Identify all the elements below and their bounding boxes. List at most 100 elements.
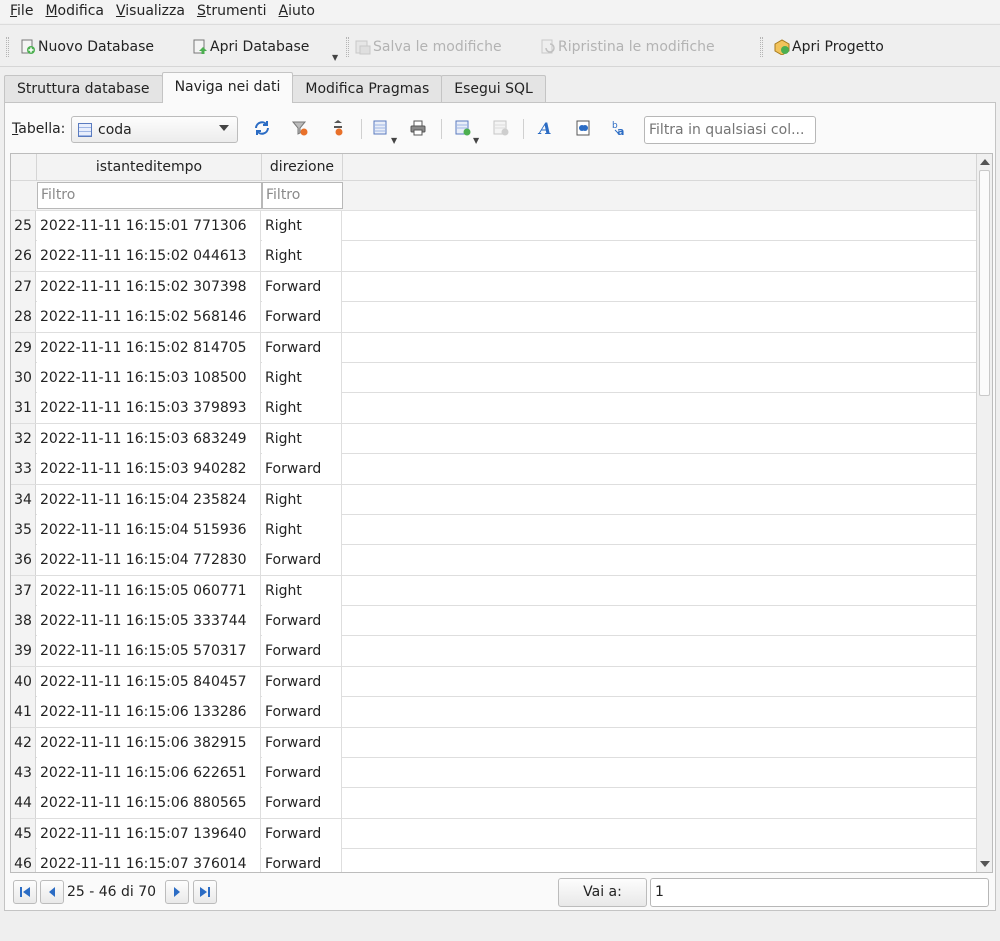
cell-istanteditempo[interactable]: 2022-11-11 16:15:06 382915 (37, 727, 261, 758)
cell-istanteditempo[interactable]: 2022-11-11 16:15:06 133286 (37, 697, 261, 728)
revert-changes-button[interactable]: Ripristina le modifiche (540, 35, 715, 59)
tab-esegui-sql[interactable]: Esegui SQL (441, 75, 546, 103)
row-number-header[interactable] (11, 154, 37, 181)
cell-direzione[interactable]: Forward (262, 849, 342, 872)
open-database-button[interactable]: Apri Database (192, 35, 309, 59)
column-header-direzione[interactable]: direzione (262, 154, 343, 181)
table-row[interactable]: 35 2022-11-11 16:15:04 515936 Right (11, 514, 977, 546)
menu-aiuto[interactable]: Aiuto (272, 0, 320, 23)
table-row[interactable]: 25 2022-11-11 16:15:01 771306 Right (11, 211, 977, 242)
save-table-dropdown-icon[interactable]: ▼ (391, 136, 397, 145)
scrollbar-thumb[interactable] (979, 170, 990, 396)
table-row[interactable]: 40 2022-11-11 16:15:05 840457 Forward (11, 666, 977, 698)
toolbar-grip[interactable] (6, 37, 9, 57)
save-changes-button[interactable]: Salva le modifiche (355, 35, 502, 59)
goto-button[interactable]: Vai a: (558, 878, 647, 907)
table-row[interactable]: 46 2022-11-11 16:15:07 376014 Forward (11, 849, 977, 872)
cell-istanteditempo[interactable]: 2022-11-11 16:15:04 772830 (37, 545, 261, 576)
cell-istanteditempo[interactable]: 2022-11-11 16:15:03 940282 (37, 454, 261, 485)
first-record-button[interactable] (13, 880, 37, 904)
row-number[interactable]: 36 (11, 545, 36, 576)
cell-direzione[interactable]: Forward (262, 454, 342, 485)
table-row[interactable]: 41 2022-11-11 16:15:06 133286 Forward (11, 697, 977, 728)
table-row[interactable]: 30 2022-11-11 16:15:03 108500 Right (11, 362, 977, 394)
find-icon[interactable] (573, 118, 593, 138)
last-record-button[interactable] (193, 880, 217, 904)
cell-istanteditempo[interactable]: 2022-11-11 16:15:03 108500 (37, 362, 261, 393)
cell-direzione[interactable]: Forward (262, 697, 342, 728)
vertical-scrollbar[interactable] (976, 154, 992, 872)
cell-istanteditempo[interactable]: 2022-11-11 16:15:03 683249 (37, 423, 261, 454)
scroll-down-icon[interactable] (980, 861, 990, 867)
filter-input-istanteditempo[interactable]: Filtro (37, 182, 262, 209)
cell-direzione[interactable]: Right (262, 514, 342, 545)
row-number[interactable]: 37 (11, 575, 36, 606)
goto-input[interactable]: 1 (650, 878, 989, 907)
row-number[interactable]: 35 (11, 514, 36, 545)
row-number[interactable]: 25 (11, 211, 36, 241)
cell-direzione[interactable]: Forward (262, 727, 342, 758)
font-icon[interactable]: A (536, 118, 556, 138)
row-number[interactable]: 42 (11, 727, 36, 758)
cell-istanteditempo[interactable]: 2022-11-11 16:15:06 880565 (37, 788, 261, 819)
row-number[interactable]: 38 (11, 606, 36, 637)
table-row[interactable]: 27 2022-11-11 16:15:02 307398 Forward (11, 271, 977, 303)
row-number[interactable]: 26 (11, 241, 36, 272)
filter-input-direzione[interactable]: Filtro (262, 182, 343, 209)
tab-naviga-nei-dati[interactable]: Naviga nei dati (161, 72, 294, 103)
table-row[interactable]: 32 2022-11-11 16:15:03 683249 Right (11, 423, 977, 455)
scroll-up-icon[interactable] (980, 159, 990, 165)
table-select[interactable]: coda (71, 116, 238, 143)
cell-direzione[interactable]: Forward (262, 666, 342, 697)
clear-filters-icon[interactable] (290, 118, 310, 138)
cell-direzione[interactable]: Forward (262, 788, 342, 819)
row-number[interactable]: 32 (11, 423, 36, 454)
row-number[interactable]: 33 (11, 454, 36, 485)
table-row[interactable]: 45 2022-11-11 16:15:07 139640 Forward (11, 818, 977, 850)
cell-direzione[interactable]: Right (262, 484, 342, 515)
cell-istanteditempo[interactable]: 2022-11-11 16:15:04 515936 (37, 514, 261, 545)
toolbar-grip[interactable] (346, 37, 349, 57)
cell-istanteditempo[interactable]: 2022-11-11 16:15:02 044613 (37, 241, 261, 272)
cell-direzione[interactable]: Forward (262, 271, 342, 302)
table-row[interactable]: 36 2022-11-11 16:15:04 772830 Forward (11, 545, 977, 576)
cell-direzione[interactable]: Forward (262, 302, 342, 333)
cell-direzione[interactable]: Right (262, 362, 342, 393)
row-number[interactable]: 30 (11, 362, 36, 393)
cell-direzione[interactable]: Forward (262, 606, 342, 637)
cell-istanteditempo[interactable]: 2022-11-11 16:15:07 376014 (37, 849, 261, 872)
tab-struttura-database[interactable]: Struttura database (4, 75, 163, 103)
row-number[interactable]: 40 (11, 666, 36, 697)
row-number[interactable]: 41 (11, 697, 36, 728)
cell-direzione[interactable]: Right (262, 211, 342, 241)
table-row[interactable]: 38 2022-11-11 16:15:05 333744 Forward (11, 606, 977, 637)
cell-istanteditempo[interactable]: 2022-11-11 16:15:03 379893 (37, 393, 261, 424)
toolbar-grip[interactable] (760, 37, 763, 57)
table-row[interactable]: 31 2022-11-11 16:15:03 379893 Right (11, 393, 977, 424)
data-grid[interactable]: istanteditempo direzione Filtro Filtro 2… (10, 153, 993, 873)
refresh-icon[interactable] (252, 118, 272, 138)
row-number[interactable]: 39 (11, 636, 36, 667)
table-row[interactable]: 44 2022-11-11 16:15:06 880565 Forward (11, 788, 977, 819)
cell-direzione[interactable]: Forward (262, 545, 342, 576)
row-number[interactable]: 44 (11, 788, 36, 819)
row-number[interactable]: 45 (11, 818, 36, 849)
table-row[interactable]: 26 2022-11-11 16:15:02 044613 Right (11, 241, 977, 272)
table-row[interactable]: 34 2022-11-11 16:15:04 235824 Right (11, 484, 977, 515)
table-row[interactable]: 28 2022-11-11 16:15:02 568146 Forward (11, 302, 977, 333)
insert-record-dropdown-icon[interactable]: ▼ (473, 136, 479, 145)
open-project-button[interactable]: Apri Progetto (774, 35, 884, 59)
table-row[interactable]: 43 2022-11-11 16:15:06 622651 Forward (11, 758, 977, 789)
cell-istanteditempo[interactable]: 2022-11-11 16:15:05 333744 (37, 606, 261, 637)
cell-istanteditempo[interactable]: 2022-11-11 16:15:05 840457 (37, 666, 261, 697)
cell-direzione[interactable]: Forward (262, 332, 342, 363)
cell-istanteditempo[interactable]: 2022-11-11 16:15:02 814705 (37, 332, 261, 363)
delete-record-icon[interactable] (491, 118, 511, 138)
cell-direzione[interactable]: Right (262, 393, 342, 424)
cell-istanteditempo[interactable]: 2022-11-11 16:15:05 570317 (37, 636, 261, 667)
table-row[interactable]: 37 2022-11-11 16:15:05 060771 Right (11, 575, 977, 607)
cell-istanteditempo[interactable]: 2022-11-11 16:15:02 307398 (37, 271, 261, 302)
cell-direzione[interactable]: Right (262, 423, 342, 454)
insert-record-icon[interactable] (453, 118, 473, 138)
table-row[interactable]: 39 2022-11-11 16:15:05 570317 Forward (11, 636, 977, 667)
